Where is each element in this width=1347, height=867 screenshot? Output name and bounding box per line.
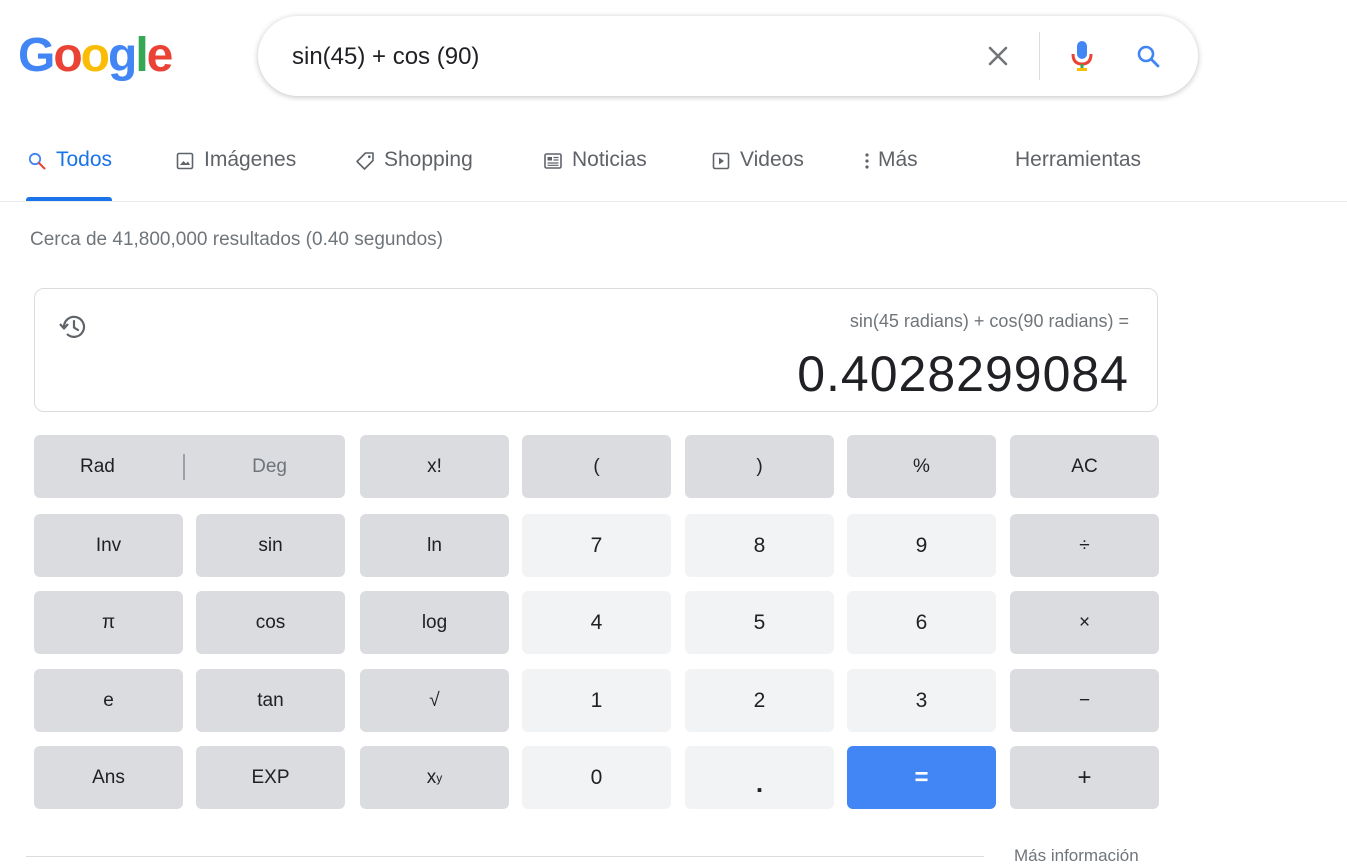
search-icon — [26, 148, 48, 174]
clear-button[interactable] — [978, 36, 1018, 76]
tab-herramientas[interactable]: Herramientas — [1015, 144, 1141, 202]
tab-label: Imágenes — [204, 148, 297, 171]
close-paren-key[interactable]: ) — [685, 435, 834, 498]
search-divider — [1039, 32, 1040, 80]
digit-7-key[interactable]: 7 — [522, 514, 671, 577]
sqrt-key[interactable]: √ — [360, 669, 509, 732]
cos-key[interactable]: cos — [196, 591, 345, 654]
tab-label: Más — [878, 148, 918, 171]
tab-todos[interactable]: Todos — [26, 144, 113, 202]
search-icon — [1137, 45, 1160, 68]
tab-noticias[interactable]: Noticias — [542, 144, 647, 202]
rad-deg-toggle[interactable]: Rad Deg — [34, 435, 345, 498]
subtract-key[interactable]: − — [1010, 669, 1159, 732]
sin-key[interactable]: sin — [196, 514, 345, 577]
tab-label: Videos — [740, 148, 804, 171]
multiply-key[interactable]: × — [1010, 591, 1159, 654]
tabs-divider — [0, 201, 1347, 202]
calc-expression: sin(45 radians) + cos(90 radians) = — [849, 311, 1129, 331]
power-base: x — [426, 766, 437, 788]
play-icon — [710, 148, 732, 174]
power-key[interactable]: xy — [360, 746, 509, 809]
ln-key[interactable]: ln — [360, 514, 509, 577]
euler-key[interactable]: e — [34, 669, 183, 732]
tab-mas[interactable]: Más — [860, 144, 918, 202]
factorial-key[interactable]: x! — [360, 435, 509, 498]
history-icon — [59, 315, 86, 338]
result-stats: Cerca de 41,800,000 resultados (0.40 seg… — [30, 229, 443, 250]
digit-0-key[interactable]: 0 — [522, 746, 671, 809]
more-vert-icon — [860, 148, 874, 174]
news-icon — [542, 148, 564, 174]
tab-label: Todos — [56, 148, 113, 171]
add-key[interactable]: + — [1010, 746, 1159, 809]
history-button[interactable] — [57, 311, 89, 343]
image-icon — [174, 148, 196, 174]
power-exponent: y — [436, 770, 443, 785]
calc-result: 0.4028299084 — [797, 346, 1129, 402]
decimal-key[interactable]: . — [685, 746, 834, 809]
percent-key[interactable]: % — [847, 435, 996, 498]
open-paren-key[interactable]: ( — [522, 435, 671, 498]
pi-key[interactable]: π — [34, 591, 183, 654]
tag-icon — [354, 148, 376, 174]
logo-letter: g — [108, 29, 137, 82]
more-info-link[interactable]: Más información — [1014, 846, 1139, 866]
close-icon — [988, 46, 1008, 66]
digit-9-key[interactable]: 9 — [847, 514, 996, 577]
answer-key[interactable]: Ans — [34, 746, 183, 809]
mic-icon — [1071, 41, 1093, 71]
search-input[interactable]: sin(45) + cos (90) — [292, 43, 479, 71]
digit-8-key[interactable]: 8 — [685, 514, 834, 577]
digit-4-key[interactable]: 4 — [522, 591, 671, 654]
logo-letter: o — [53, 29, 82, 82]
digit-1-key[interactable]: 1 — [522, 669, 671, 732]
log-key[interactable]: log — [360, 591, 509, 654]
logo-letter: G — [18, 29, 55, 82]
exp-key[interactable]: EXP — [196, 746, 345, 809]
footer-divider — [26, 856, 984, 857]
tab-shopping[interactable]: Shopping — [354, 144, 473, 202]
tab-label: Shopping — [384, 148, 473, 171]
logo-letter: o — [80, 29, 110, 82]
voice-search-button[interactable] — [1062, 36, 1102, 76]
search-submit-button[interactable] — [1128, 36, 1168, 76]
logo-letter: l — [135, 29, 148, 82]
deg-button[interactable]: Deg — [252, 456, 287, 478]
digit-2-key[interactable]: 2 — [685, 669, 834, 732]
search-box[interactable]: sin(45) + cos (90) — [258, 16, 1198, 96]
calculator-display: sin(45 radians) + cos(90 radians) = 0.40… — [34, 288, 1158, 412]
all-clear-key[interactable]: AC — [1010, 435, 1159, 498]
google-logo[interactable]: Google — [18, 26, 174, 86]
divide-key[interactable]: ÷ — [1010, 514, 1159, 577]
tab-label: Noticias — [572, 148, 647, 171]
inverse-key[interactable]: Inv — [34, 514, 183, 577]
digit-6-key[interactable]: 6 — [847, 591, 996, 654]
digit-3-key[interactable]: 3 — [847, 669, 996, 732]
tan-key[interactable]: tan — [196, 669, 345, 732]
equals-key[interactable]: = — [847, 746, 996, 809]
mode-separator — [182, 453, 185, 480]
tab-videos[interactable]: Videos — [710, 144, 804, 202]
tab-label: Herramientas — [1015, 148, 1142, 171]
rad-button[interactable]: Rad — [80, 456, 115, 478]
logo-letter: e — [146, 29, 174, 82]
digit-5-key[interactable]: 5 — [685, 591, 834, 654]
tab-imagenes[interactable]: Imágenes — [174, 144, 296, 202]
